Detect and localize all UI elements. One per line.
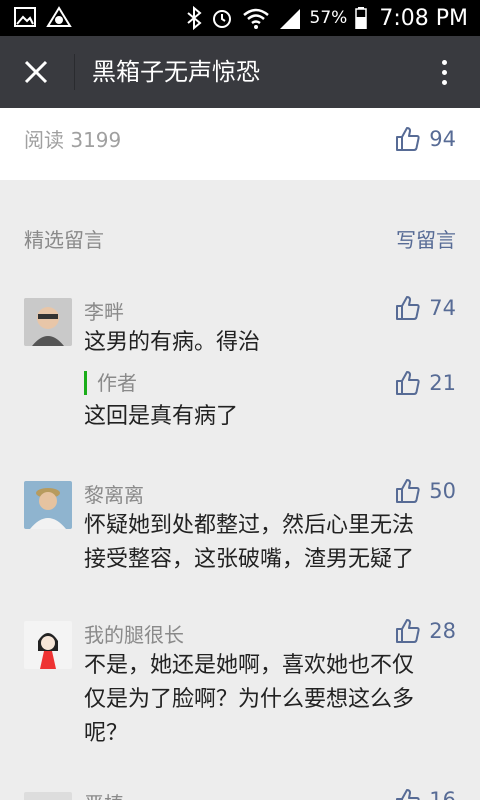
thumbs-up-icon xyxy=(396,479,420,503)
avatar[interactable] xyxy=(24,298,72,346)
comment-text-line: 不是，她还是她啊，喜欢她也不仅 xyxy=(84,653,415,678)
thumbs-up-icon xyxy=(396,127,420,151)
clock: 7:08 PM xyxy=(379,5,468,31)
reply-like-button[interactable]: 21 xyxy=(395,367,456,399)
commenter-name: 黎离离 xyxy=(84,483,144,507)
comment-text: 怀疑她到处都整过，然后心里无法 接受整容，这张破嘴，渣男无疑了 xyxy=(84,509,454,577)
reply-text: 这回是真有病了 xyxy=(84,404,239,429)
comment-like-count: 16 xyxy=(429,788,456,800)
read-count-bar: 阅读 3199 94 xyxy=(0,108,480,180)
read-count: 阅读 3199 xyxy=(24,128,122,152)
comment-like-count: 74 xyxy=(429,296,456,320)
signal-icon xyxy=(279,9,300,29)
commenter-name: 李畔 xyxy=(84,300,124,324)
more-vertical-icon xyxy=(441,59,447,65)
comment-like-count: 50 xyxy=(429,479,456,503)
comment-text-line: 怀疑她到处都整过，然后心里无法 xyxy=(84,513,415,538)
status-left-icons xyxy=(14,6,72,30)
comment-like-button[interactable]: 74 xyxy=(395,292,456,324)
gallery-icon xyxy=(14,7,36,27)
alarm-icon xyxy=(212,10,231,28)
antivirus-icon xyxy=(46,6,72,27)
avatar[interactable] xyxy=(24,792,72,800)
article-like-count: 94 xyxy=(429,127,456,151)
thumbs-up-icon xyxy=(396,296,420,320)
article-like-button[interactable]: 94 xyxy=(395,123,456,155)
title-bar: 黑箱子无声惊恐 xyxy=(0,36,480,108)
comment-text: 这男的有病。得治 xyxy=(84,330,261,355)
close-button[interactable] xyxy=(14,50,58,94)
comment-text-line: 呢？ xyxy=(84,721,129,746)
avatar[interactable] xyxy=(24,481,72,529)
thumbs-up-icon xyxy=(396,371,420,395)
page-title: 黑箱子无声惊恐 xyxy=(92,58,260,86)
comment-text: 不是，她还是她啊，喜欢她也不仅 仅是为了脸啊？为什么要想这么多 呢？ xyxy=(84,649,454,751)
avatar[interactable] xyxy=(24,621,72,669)
write-comment-button[interactable]: 写留言 xyxy=(396,224,456,253)
bluetooth-icon xyxy=(186,6,202,30)
comment-like-button[interactable]: 50 xyxy=(395,475,456,507)
status-right: 57% 7:08 PM xyxy=(186,0,468,36)
comment-like-button[interactable]: 28 xyxy=(395,615,456,647)
more-button[interactable] xyxy=(432,50,456,94)
thumbs-up-icon xyxy=(396,789,420,800)
author-reply-tag: 作者 xyxy=(84,371,137,395)
close-icon xyxy=(24,60,48,84)
reply-like-count: 21 xyxy=(429,371,456,395)
comment-text-line: 仅是为了脸啊？为什么要想这么多 xyxy=(84,687,415,712)
commenter-name: 严榛 xyxy=(84,788,124,800)
battery-percent: 57% xyxy=(309,8,348,28)
wifi-icon xyxy=(242,8,269,29)
comment-text-line: 接受整容，这张破嘴，渣男无疑了 xyxy=(84,547,415,572)
title-divider xyxy=(74,54,75,90)
comment-like-button[interactable]: 16 xyxy=(395,788,456,800)
comment-like-count: 28 xyxy=(429,619,456,643)
battery-icon xyxy=(355,7,368,29)
section-title: 精选留言 xyxy=(24,228,104,252)
thumbs-up-icon xyxy=(396,619,420,643)
status-bar: 57% 7:08 PM xyxy=(0,0,480,36)
commenter-name: 我的腿很长 xyxy=(84,623,184,647)
